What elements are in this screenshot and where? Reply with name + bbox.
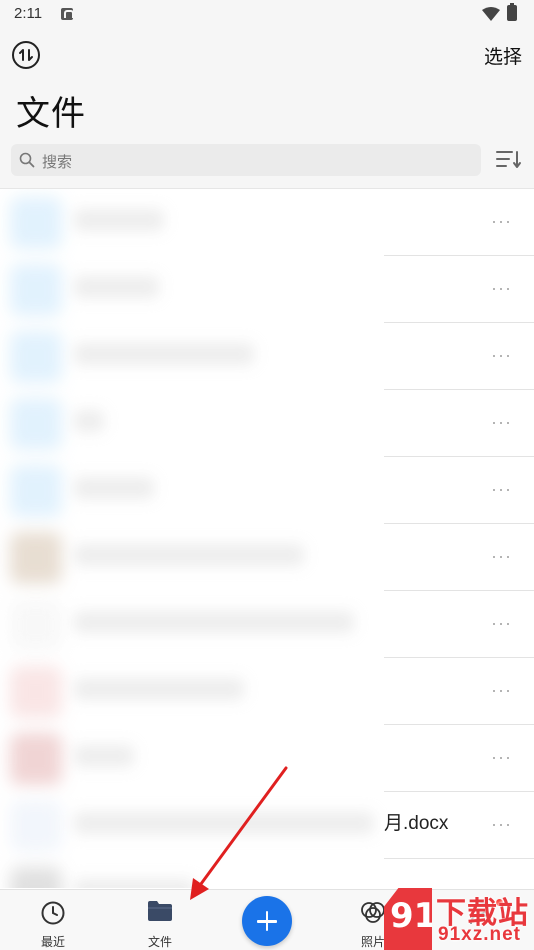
file-name-blurred bbox=[74, 879, 194, 888]
file-name-blurred bbox=[74, 745, 134, 767]
file-row[interactable]: ··· bbox=[0, 859, 534, 888]
bottom-nav: 最近 文件 照片 bbox=[0, 889, 534, 950]
file-thumbnail bbox=[10, 331, 62, 383]
file-row[interactable]: ··· bbox=[0, 390, 534, 457]
page-title: 文件 bbox=[16, 95, 86, 133]
more-options-icon[interactable]: ··· bbox=[491, 278, 512, 299]
file-name-blurred bbox=[74, 209, 164, 231]
file-name-blurred bbox=[74, 410, 104, 432]
file-row[interactable]: ··· bbox=[0, 256, 534, 323]
more-options-icon[interactable]: ··· bbox=[491, 479, 512, 500]
notification-icon bbox=[61, 8, 74, 20]
search-icon bbox=[19, 152, 35, 168]
file-thumbnail bbox=[10, 398, 62, 450]
more-options-icon[interactable]: ··· bbox=[491, 814, 512, 835]
folder-icon bbox=[148, 901, 172, 921]
file-row[interactable]: ··· bbox=[0, 323, 534, 390]
file-thumbnail bbox=[10, 532, 62, 584]
file-row[interactable]: ··· bbox=[0, 457, 534, 524]
status-time: 2:11 bbox=[14, 5, 43, 22]
select-button[interactable]: 选择 bbox=[484, 42, 522, 69]
file-thumbnail bbox=[10, 264, 62, 316]
file-name-blurred bbox=[74, 611, 354, 633]
file-row[interactable]: ··· bbox=[0, 524, 534, 591]
file-thumbnail bbox=[10, 867, 62, 888]
file-name-blurred bbox=[74, 812, 374, 834]
nav-photos[interactable]: 照片 bbox=[328, 890, 418, 950]
wifi-icon bbox=[482, 7, 500, 21]
file-row[interactable]: ··· bbox=[0, 725, 534, 792]
nav-recent-label: 最近 bbox=[40, 935, 65, 949]
more-options-icon[interactable]: ··· bbox=[491, 412, 512, 433]
battery-icon bbox=[507, 3, 517, 21]
add-button[interactable] bbox=[242, 896, 292, 946]
nav-recent[interactable]: 最近 bbox=[8, 890, 98, 950]
transfer-icon bbox=[19, 49, 33, 61]
file-name-blurred bbox=[74, 678, 244, 700]
file-row[interactable]: ··· bbox=[0, 658, 534, 725]
header: 选择 文件 搜索 bbox=[0, 28, 534, 188]
file-name-visible-part: 月.docx bbox=[384, 813, 449, 834]
nav-profile[interactable] bbox=[436, 890, 526, 950]
more-options-icon[interactable]: ··· bbox=[491, 345, 512, 366]
notification-badge bbox=[496, 899, 503, 906]
file-thumbnail bbox=[10, 599, 62, 651]
more-options-icon[interactable]: ··· bbox=[491, 680, 512, 701]
more-options-icon[interactable]: ··· bbox=[491, 747, 512, 768]
file-name-blurred bbox=[74, 343, 254, 365]
profile-icon bbox=[470, 901, 492, 925]
search-placeholder: 搜索 bbox=[42, 154, 73, 171]
transfer-button[interactable] bbox=[12, 41, 40, 69]
file-thumbnail bbox=[10, 465, 62, 517]
photos-icon bbox=[361, 902, 385, 923]
nav-files-label: 文件 bbox=[147, 935, 172, 949]
more-options-icon[interactable]: ··· bbox=[491, 881, 512, 888]
sort-icon[interactable] bbox=[496, 150, 522, 170]
status-bar: 2:11 bbox=[0, 0, 534, 28]
file-list: ··· ··· ··· ··· ··· ··· ··· ··· ··· 月.docx ··· ··· bbox=[0, 188, 534, 888]
more-options-icon[interactable]: ··· bbox=[491, 211, 512, 232]
more-options-icon[interactable]: ··· bbox=[491, 546, 512, 567]
more-options-icon[interactable]: ··· bbox=[491, 613, 512, 634]
search-input[interactable]: 搜索 bbox=[11, 144, 481, 176]
clock-icon bbox=[41, 901, 65, 925]
file-thumbnail bbox=[10, 666, 62, 718]
nav-photos-label: 照片 bbox=[360, 935, 385, 949]
file-name-blurred bbox=[74, 544, 304, 566]
file-row[interactable]: 月.docx ··· bbox=[0, 792, 534, 859]
file-thumbnail bbox=[10, 733, 62, 785]
file-thumbnail bbox=[10, 800, 62, 852]
file-row[interactable]: ··· bbox=[0, 591, 534, 658]
file-row[interactable]: ··· bbox=[0, 189, 534, 256]
file-thumbnail bbox=[10, 197, 62, 249]
file-name-blurred bbox=[74, 276, 159, 298]
file-name-blurred bbox=[74, 477, 154, 499]
nav-files[interactable]: 文件 bbox=[115, 890, 205, 950]
